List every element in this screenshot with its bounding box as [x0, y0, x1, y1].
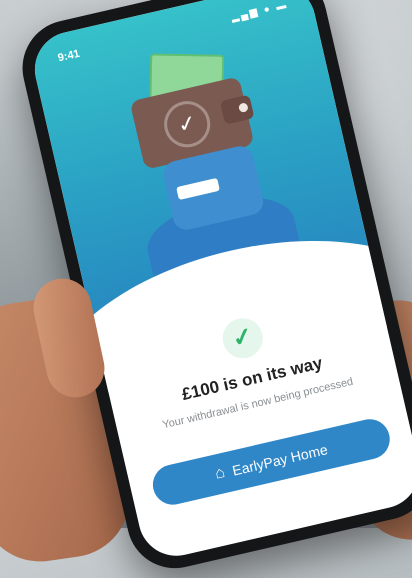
home-button-label: EarlyPay Home — [230, 441, 330, 479]
home-icon: ⌂ — [213, 463, 227, 483]
phone: 9:41 ▂▄▆ ● ▬ ✓ ✓ £100 is on its way Your… — [0, 0, 412, 578]
earlypay-home-button[interactable]: ⌂ EarlyPay Home — [148, 415, 394, 509]
status-time: 9:41 — [56, 47, 81, 65]
wallet-button — [238, 102, 249, 114]
wallet-clasp — [219, 94, 255, 125]
wallet-check-icon: ✓ — [159, 96, 215, 152]
app-screen: 9:41 ▂▄▆ ● ▬ ✓ ✓ £100 is on its way Your… — [27, 0, 412, 564]
status-icons: ▂▄▆ ● ▬ — [230, 0, 290, 24]
